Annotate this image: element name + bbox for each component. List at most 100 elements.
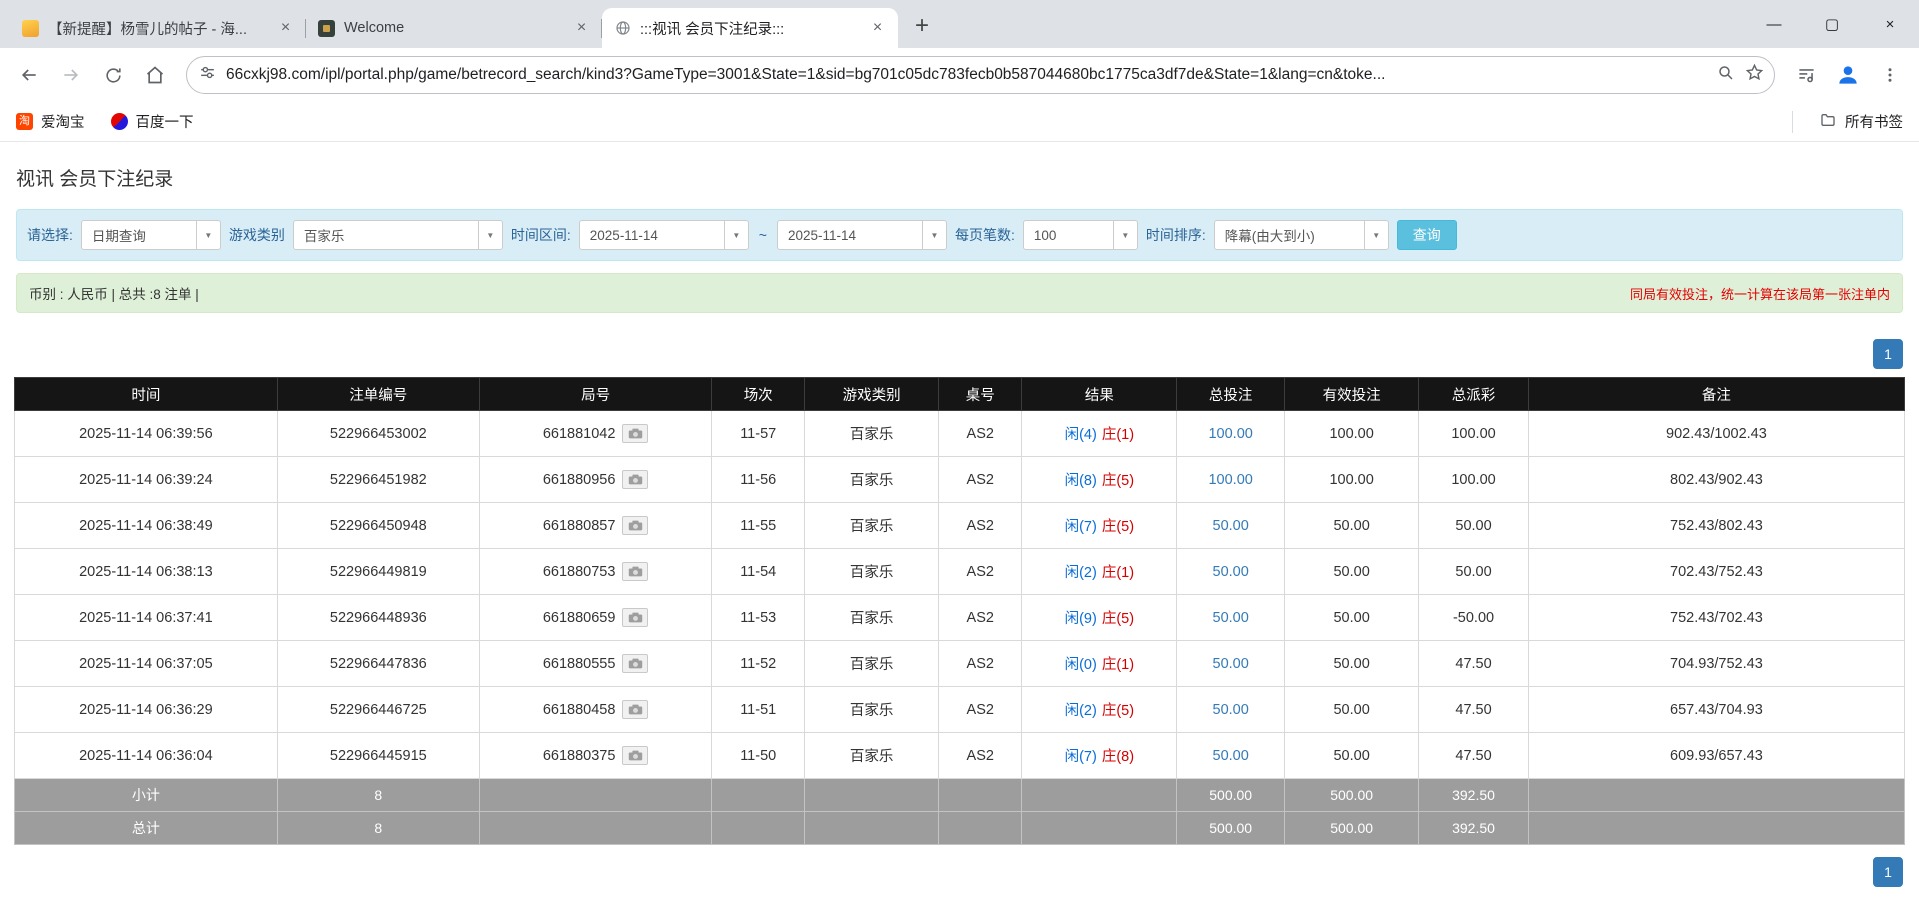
column-header: 有效投注 [1284,377,1420,411]
video-camera-icon[interactable] [622,470,649,489]
cell-round-id: 661880753 [478,548,713,595]
cell-note: 609.93/657.43 [1527,732,1906,779]
profile-avatar-icon[interactable] [1829,56,1867,94]
empty-cell [711,778,805,812]
cell-bet-id: 522966445915 [276,732,480,779]
total-bet-link[interactable]: 50.00 [1213,702,1249,718]
chevron-down-icon[interactable]: ▼ [195,221,220,249]
tab-title: Welcome [344,20,405,36]
cell-note: 902.43/1002.43 [1527,410,1906,457]
chevron-down-icon[interactable]: ▼ [1363,221,1388,249]
total-bet-link[interactable]: 100.00 [1208,472,1252,488]
query-type-select[interactable]: 日期查询 ▼ [80,220,221,250]
cell-valid-bet: 50.00 [1284,640,1420,687]
media-controls-icon[interactable] [1787,56,1825,94]
page-1-button[interactable]: 1 [1873,339,1903,369]
game-type-select[interactable]: 百家乐 ▼ [292,220,503,250]
video-camera-icon[interactable] [622,424,649,443]
date-to-value: 2025-11-14 [787,227,857,243]
empty-cell [803,778,940,812]
tab-bet-records[interactable]: :::视讯 会员下注纪录::: × [602,8,898,48]
cell-time: 2025-11-14 06:38:13 [14,548,278,595]
chevron-down-icon[interactable]: ▼ [723,221,748,249]
cell-table-no: AS2 [938,456,1023,503]
video-camera-icon[interactable] [622,608,649,627]
total-bet-link[interactable]: 50.00 [1213,748,1249,764]
cell-table-no: AS2 [938,686,1023,733]
cell-total-bet: 100.00 [1176,456,1286,503]
chevron-down-icon[interactable]: ▼ [1112,221,1137,249]
round-id-text: 661880375 [542,747,616,764]
per-page-label: 每页笔数: [954,227,1015,243]
maximize-button[interactable]: ▢ [1803,0,1861,48]
page-1-button[interactable]: 1 [1873,857,1903,887]
bookmark-baidu[interactable]: 百度一下 [110,111,194,132]
sort-select[interactable]: 降幕(由大到小) ▼ [1213,220,1389,250]
cell-session: 11-50 [711,732,805,779]
cell-table-no: AS2 [938,640,1023,687]
video-camera-icon[interactable] [622,654,649,673]
baidu-icon [110,113,128,130]
summary-bar: 币别 : 人民币 | 总共 :8 注单 | 同局有效投注，统一计算在该局第一张注… [16,273,1903,313]
table-row: 2025-11-14 06:37:05 522966447836 6618805… [14,640,1906,687]
result-banker: 庄(1) [1101,657,1135,673]
cell-time: 2025-11-14 06:38:49 [14,502,278,549]
menu-kebab-icon[interactable] [1871,56,1909,94]
bookmark-star-icon[interactable] [1745,63,1764,87]
cell-payout: 50.00 [1418,502,1529,549]
zoom-icon[interactable] [1717,64,1735,87]
cell-bet-id: 522966446725 [276,686,480,733]
tab-strip: 【新提醒】杨雪儿的帖子 - 海... × Welcome × :::视讯 会员下… [0,0,1919,48]
round-id-text: 661880857 [542,517,616,534]
total-bet-link[interactable]: 50.00 [1213,656,1249,672]
address-bar[interactable]: 66cxkj98.com/ipl/portal.php/game/betreco… [186,56,1775,94]
date-from-select[interactable]: 2025-11-14 ▼ [578,220,749,250]
back-icon[interactable] [10,56,48,94]
close-tab-icon[interactable]: × [571,18,592,39]
cell-game-type: 百家乐 [803,640,940,687]
new-tab-button[interactable]: + [904,8,940,44]
total-bet-link[interactable]: 100.00 [1208,426,1252,442]
cell-payout: 100.00 [1418,456,1529,503]
forward-icon[interactable] [52,56,90,94]
home-icon[interactable] [136,56,174,94]
sort-value: 降幕(由大到小) [1224,229,1315,244]
cell-round-id: 661881042 [478,410,713,457]
cell-bet-id: 522966450948 [276,502,480,549]
refresh-icon[interactable] [94,56,132,94]
column-header: 总投注 [1176,377,1286,411]
empty-cell [803,811,940,845]
result-banker: 庄(5) [1101,473,1135,489]
per-page-select[interactable]: 100 ▼ [1022,220,1138,250]
chevron-down-icon[interactable]: ▼ [477,221,502,249]
browser-toolbar: 66cxkj98.com/ipl/portal.php/game/betreco… [0,48,1919,102]
column-header: 时间 [14,377,278,411]
tab-welcome[interactable]: Welcome × [306,8,602,48]
video-camera-icon[interactable] [622,562,649,581]
url-text[interactable]: 66cxkj98.com/ipl/portal.php/game/betreco… [226,66,1707,84]
cell-payout: -50.00 [1418,594,1529,641]
close-tab-icon[interactable]: × [867,18,888,39]
video-camera-icon[interactable] [622,516,649,535]
total-bet-link[interactable]: 50.00 [1213,518,1249,534]
tab-forum[interactable]: 【新提醒】杨雪儿的帖子 - 海... × [10,8,306,48]
video-camera-icon[interactable] [622,700,649,719]
total-valid-bet: 500.00 [1284,811,1420,845]
close-tab-icon[interactable]: × [275,18,296,39]
all-bookmarks-button[interactable]: 所有书签 [1819,111,1903,132]
date-to-select[interactable]: 2025-11-14 ▼ [776,220,947,250]
round-id-text: 661880555 [542,655,616,672]
search-button[interactable]: 查询 [1396,220,1457,250]
cell-note: 802.43/902.43 [1527,456,1906,503]
chevron-down-icon[interactable]: ▼ [921,221,946,249]
video-camera-icon[interactable] [622,746,649,765]
total-bet-link[interactable]: 50.00 [1213,564,1249,580]
pagination-bottom: 1 [16,857,1903,887]
close-window-button[interactable]: × [1861,0,1919,48]
site-info-icon[interactable] [199,64,216,86]
bookmark-taobao[interactable]: 淘 爱淘宝 [16,111,85,132]
minimize-button[interactable]: — [1745,0,1803,48]
empty-cell [1527,811,1906,845]
total-bet-link[interactable]: 50.00 [1213,610,1249,626]
cell-note: 752.43/702.43 [1527,594,1906,641]
